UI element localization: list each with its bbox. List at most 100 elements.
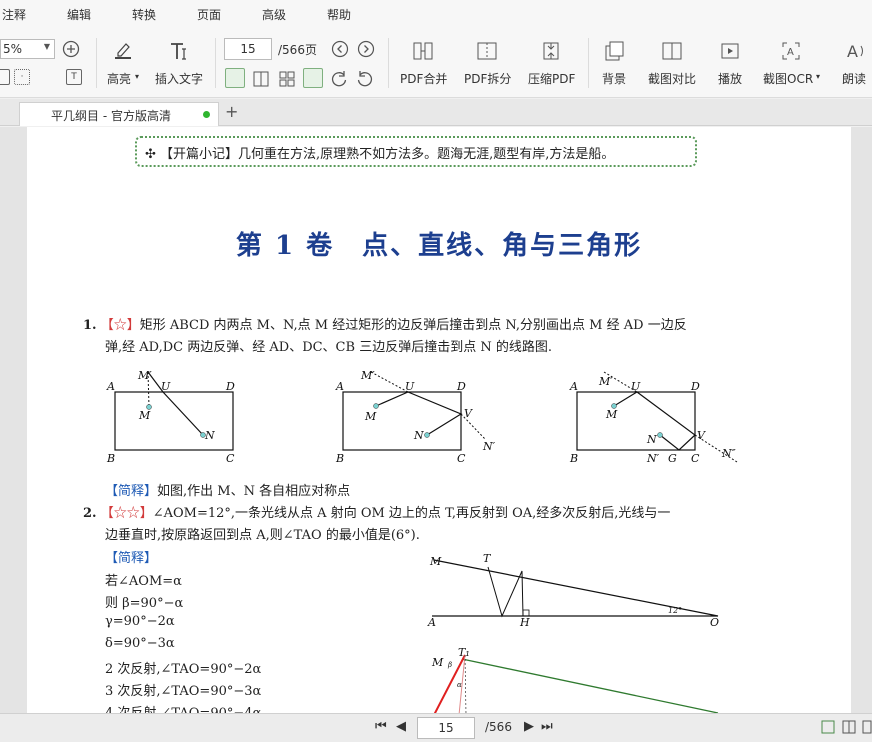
compress-pdf-button[interactable]: 压缩PDF: [528, 70, 575, 87]
label-n: N: [413, 429, 424, 442]
q2-step: 则 β=90°−α: [105, 596, 184, 611]
label-m-prime: M′: [137, 369, 152, 382]
chevron-down-icon[interactable]: ▾: [135, 72, 139, 81]
chapter-title: 第 1 卷 点、直线、角与三角形: [235, 231, 643, 261]
tab-title: 平几纲目 - 官方版高清: [51, 109, 171, 123]
text-box-icon[interactable]: T: [66, 69, 82, 85]
select-area-icon[interactable]: ·: [14, 69, 30, 85]
grid-view-icon[interactable]: [862, 720, 872, 734]
compress-icon[interactable]: [540, 40, 562, 62]
pdf-split-button[interactable]: PDF拆分: [464, 70, 511, 87]
q2-jianshi: 【简释】: [105, 551, 158, 566]
label-b: B: [106, 452, 115, 464]
status-page-input[interactable]: 15: [417, 717, 475, 739]
q2-line2: 边垂直时,按原路返回到点 A,则∠TAO 的最小值是(6°).: [105, 528, 420, 543]
background-button[interactable]: 背景: [602, 70, 626, 87]
zoom-select[interactable]: 5% ▼: [0, 39, 55, 59]
play-icon[interactable]: [719, 40, 741, 62]
insert-text-button[interactable]: 插入文字: [155, 70, 203, 87]
chevron-down-icon[interactable]: ▾: [816, 72, 820, 81]
menu-help[interactable]: 帮助: [327, 6, 351, 23]
label-n-double-prime: N″: [721, 447, 737, 460]
prev-page-icon[interactable]: ◀: [396, 719, 406, 734]
next-page-icon[interactable]: ▶: [524, 719, 534, 734]
tool-square-icon[interactable]: [0, 69, 10, 85]
read-aloud-icon[interactable]: A: [845, 40, 869, 62]
status-page-total: /566: [485, 720, 512, 734]
q1-line2: 弹,经 AD,DC 两边反弹、经 AD、DC、CB 三边反弹后撞击到点 N 的线…: [105, 340, 552, 355]
label-a: A: [569, 380, 578, 393]
last-page-icon[interactable]: ⏭: [541, 719, 553, 734]
chevron-down-icon: ▼: [43, 42, 50, 51]
svg-text:A: A: [787, 47, 794, 58]
tab-bar: 平几纲目 - 官方版高清 +: [0, 99, 872, 126]
rotate-right-icon[interactable]: [330, 70, 348, 88]
label-m: M: [138, 409, 151, 422]
label-m-prime: M′: [598, 375, 613, 388]
label-c: C: [226, 452, 235, 464]
label-b: B: [335, 452, 344, 464]
page-number-input[interactable]: 15: [224, 38, 272, 60]
insert-text-icon[interactable]: [168, 40, 190, 62]
zoom-in-icon[interactable]: [62, 40, 80, 58]
continuous-scroll-icon[interactable]: [303, 68, 323, 88]
menu-page[interactable]: 页面: [197, 6, 221, 23]
angle-label: 12°: [668, 606, 682, 615]
two-page-view-icon[interactable]: [252, 70, 270, 88]
label-m-prime: M′: [360, 369, 375, 382]
label-u: U: [405, 380, 415, 393]
highlight-button[interactable]: 高亮: [107, 70, 131, 87]
banner-prefix: ✣ 【开篇小记】: [145, 147, 239, 162]
pdf-merge-button[interactable]: PDF合并: [400, 70, 447, 87]
first-page-icon[interactable]: ⏮: [375, 719, 387, 734]
q2-figure-1: M T A H O 12°: [427, 552, 719, 627]
next-page-icon[interactable]: [357, 40, 375, 58]
compare-icon[interactable]: [661, 40, 683, 62]
grid-view-icon[interactable]: [278, 70, 296, 88]
pdf-merge-icon[interactable]: [412, 40, 434, 62]
label-a: A: [106, 380, 115, 393]
label-n-prime: N′: [646, 452, 660, 464]
label-u: U: [161, 380, 171, 393]
ocr-icon[interactable]: A: [780, 40, 802, 62]
screenshot-compare-button[interactable]: 截图对比: [648, 70, 696, 87]
document-tab[interactable]: 平几纲目 - 官方版高清: [19, 102, 219, 126]
play-button[interactable]: 播放: [718, 70, 742, 87]
label-d: D: [690, 380, 700, 393]
q2-step: 3 次反射,∠TAO=90°−3α: [105, 684, 262, 699]
rotate-left-icon[interactable]: [356, 70, 374, 88]
highlight-icon[interactable]: [112, 39, 134, 61]
menu-annotate[interactable]: 注释: [2, 6, 26, 23]
background-icon[interactable]: [603, 40, 625, 62]
prev-page-icon[interactable]: [331, 40, 349, 58]
label-n-prime: N′: [482, 440, 496, 453]
q1-figure-2: A D B C M′ U M N V N′: [335, 369, 496, 464]
q1-figure-3: A D B C M′ U M N V N′ G N″: [569, 371, 738, 464]
read-aloud-button[interactable]: 朗读: [842, 70, 866, 87]
label-c: C: [457, 452, 466, 464]
label-t1: T₁: [458, 646, 470, 659]
q1-line1: 1. 【☆】矩形 ABCD 内两点 M、N,点 M 经过矩形的边反弹后撞击到点 …: [83, 318, 687, 333]
banner-text: 几何重在方法,原理熟不如方法多。题海无涯,题型有岸,方法是船。: [238, 147, 615, 162]
label-a: A: [427, 616, 436, 627]
single-page-view-icon[interactable]: [821, 720, 835, 734]
q2-line1: 2. 【☆☆】∠AOM=12°,一条光线从点 A 射向 OM 边上的点 T,再反…: [83, 506, 671, 521]
label-m: M: [364, 410, 377, 423]
screenshot-ocr-button[interactable]: 截图OCR: [763, 70, 813, 87]
label-alpha: α: [457, 681, 462, 689]
menu-edit[interactable]: 编辑: [67, 6, 91, 23]
single-page-view-icon[interactable]: [225, 68, 245, 88]
q2-step: δ=90°−3α: [105, 636, 175, 651]
label-u: U: [631, 380, 641, 393]
document-viewer[interactable]: ✣ 【开篇小记】几何重在方法,原理熟不如方法多。题海无涯,题型有岸,方法是船。 …: [0, 127, 872, 713]
two-page-view-icon[interactable]: [842, 720, 856, 734]
label-m: M: [429, 555, 442, 568]
q2-step: 2 次反射,∠TAO=90°−2α: [105, 662, 262, 677]
label-m: M: [431, 656, 444, 669]
intro-banner: ✣ 【开篇小记】几何重在方法,原理熟不如方法多。题海无涯,题型有岸,方法是船。: [135, 136, 697, 167]
add-tab-button[interactable]: +: [225, 102, 238, 121]
label-o: O: [710, 616, 719, 627]
pdf-split-icon[interactable]: [476, 40, 498, 62]
menu-convert[interactable]: 转换: [132, 6, 156, 23]
menu-advanced[interactable]: 高级: [262, 6, 286, 23]
